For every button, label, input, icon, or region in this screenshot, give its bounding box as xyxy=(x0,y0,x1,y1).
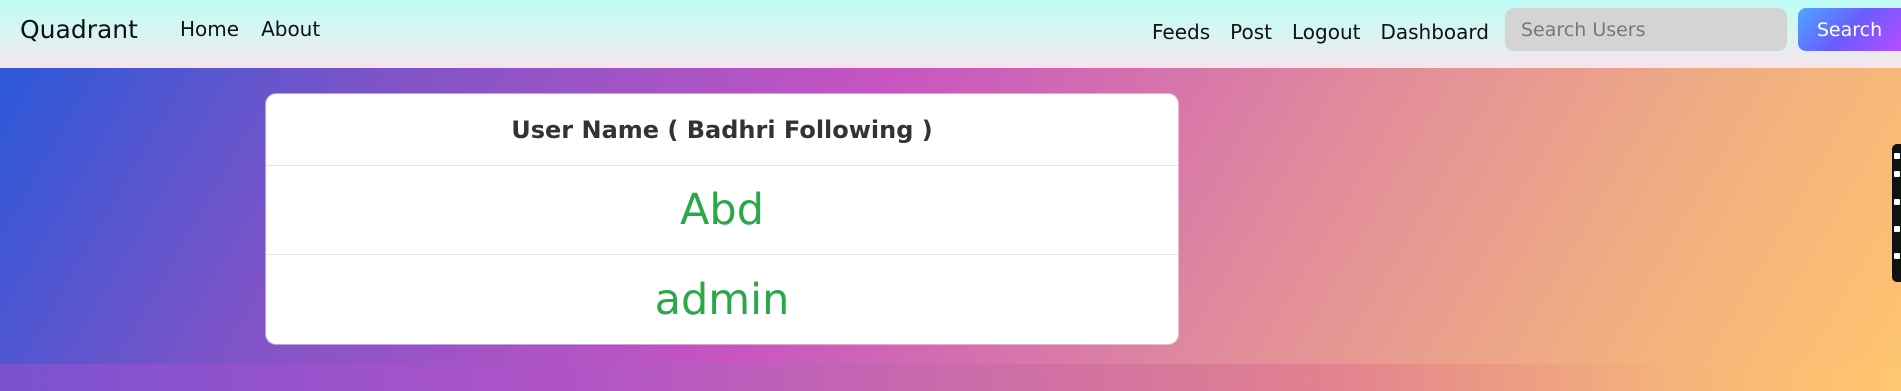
brand-logo[interactable]: Quadrant xyxy=(20,15,138,44)
square-icon xyxy=(1894,171,1900,177)
nav-post-link[interactable]: Post xyxy=(1230,20,1272,44)
table-header: User Name ( Badhri Following ) xyxy=(266,94,1178,166)
top-navbar: Quadrant Home About Feeds Post Logout Da… xyxy=(0,0,1901,68)
settings-icon xyxy=(1894,153,1900,159)
nav-feeds-link[interactable]: Feeds xyxy=(1152,20,1210,44)
nav-about-link[interactable]: About xyxy=(261,17,320,41)
search-button[interactable]: Search xyxy=(1798,8,1901,51)
nav-home-link[interactable]: Home xyxy=(180,17,239,41)
bottom-gradient-strip xyxy=(0,364,1901,391)
table-row[interactable]: admin xyxy=(266,255,1178,344)
nav-dashboard-link[interactable]: Dashboard xyxy=(1380,20,1489,44)
close-icon xyxy=(1894,253,1900,259)
search-users-input[interactable] xyxy=(1505,8,1787,51)
user-nav: Feeds Post Logout Dashboard xyxy=(1152,20,1489,44)
square-icon xyxy=(1894,199,1900,205)
floating-side-toolbar[interactable] xyxy=(1892,144,1901,282)
table-row[interactable]: Abd xyxy=(266,166,1178,255)
following-users-table: User Name ( Badhri Following ) Abd admin xyxy=(266,94,1178,344)
primary-nav: Home About xyxy=(180,17,320,41)
nav-logout-link[interactable]: Logout xyxy=(1292,20,1360,44)
document-icon xyxy=(1894,226,1900,232)
